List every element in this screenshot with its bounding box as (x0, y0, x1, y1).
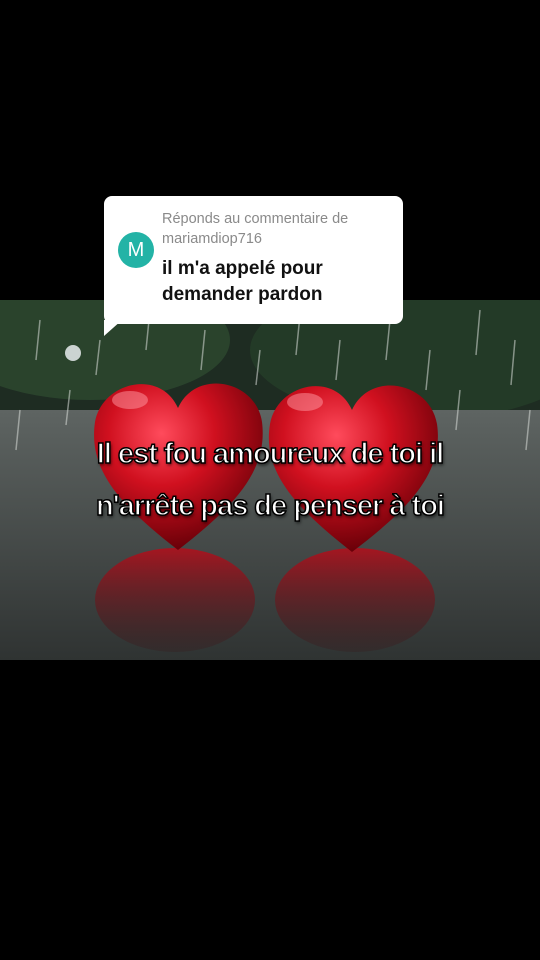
avatar: M (118, 232, 154, 268)
video-caption-line-2: n'arrête pas de penser à toi (95, 489, 445, 523)
reply-prefix: Réponds au commentaire de (162, 211, 349, 227)
hearts-in-rain-image (0, 300, 540, 660)
video-frame[interactable] (0, 300, 540, 660)
reply-comment-card[interactable]: M Réponds au commentaire de mariamdiop71… (104, 196, 403, 324)
comment-card-tail (104, 320, 122, 336)
video-caption-line-1: Il est fou amoureux de toi il (96, 437, 445, 471)
comment-text: il m'a appelé pour demander pardon (162, 258, 323, 305)
comment-username: mariamdiop716 (162, 231, 262, 247)
